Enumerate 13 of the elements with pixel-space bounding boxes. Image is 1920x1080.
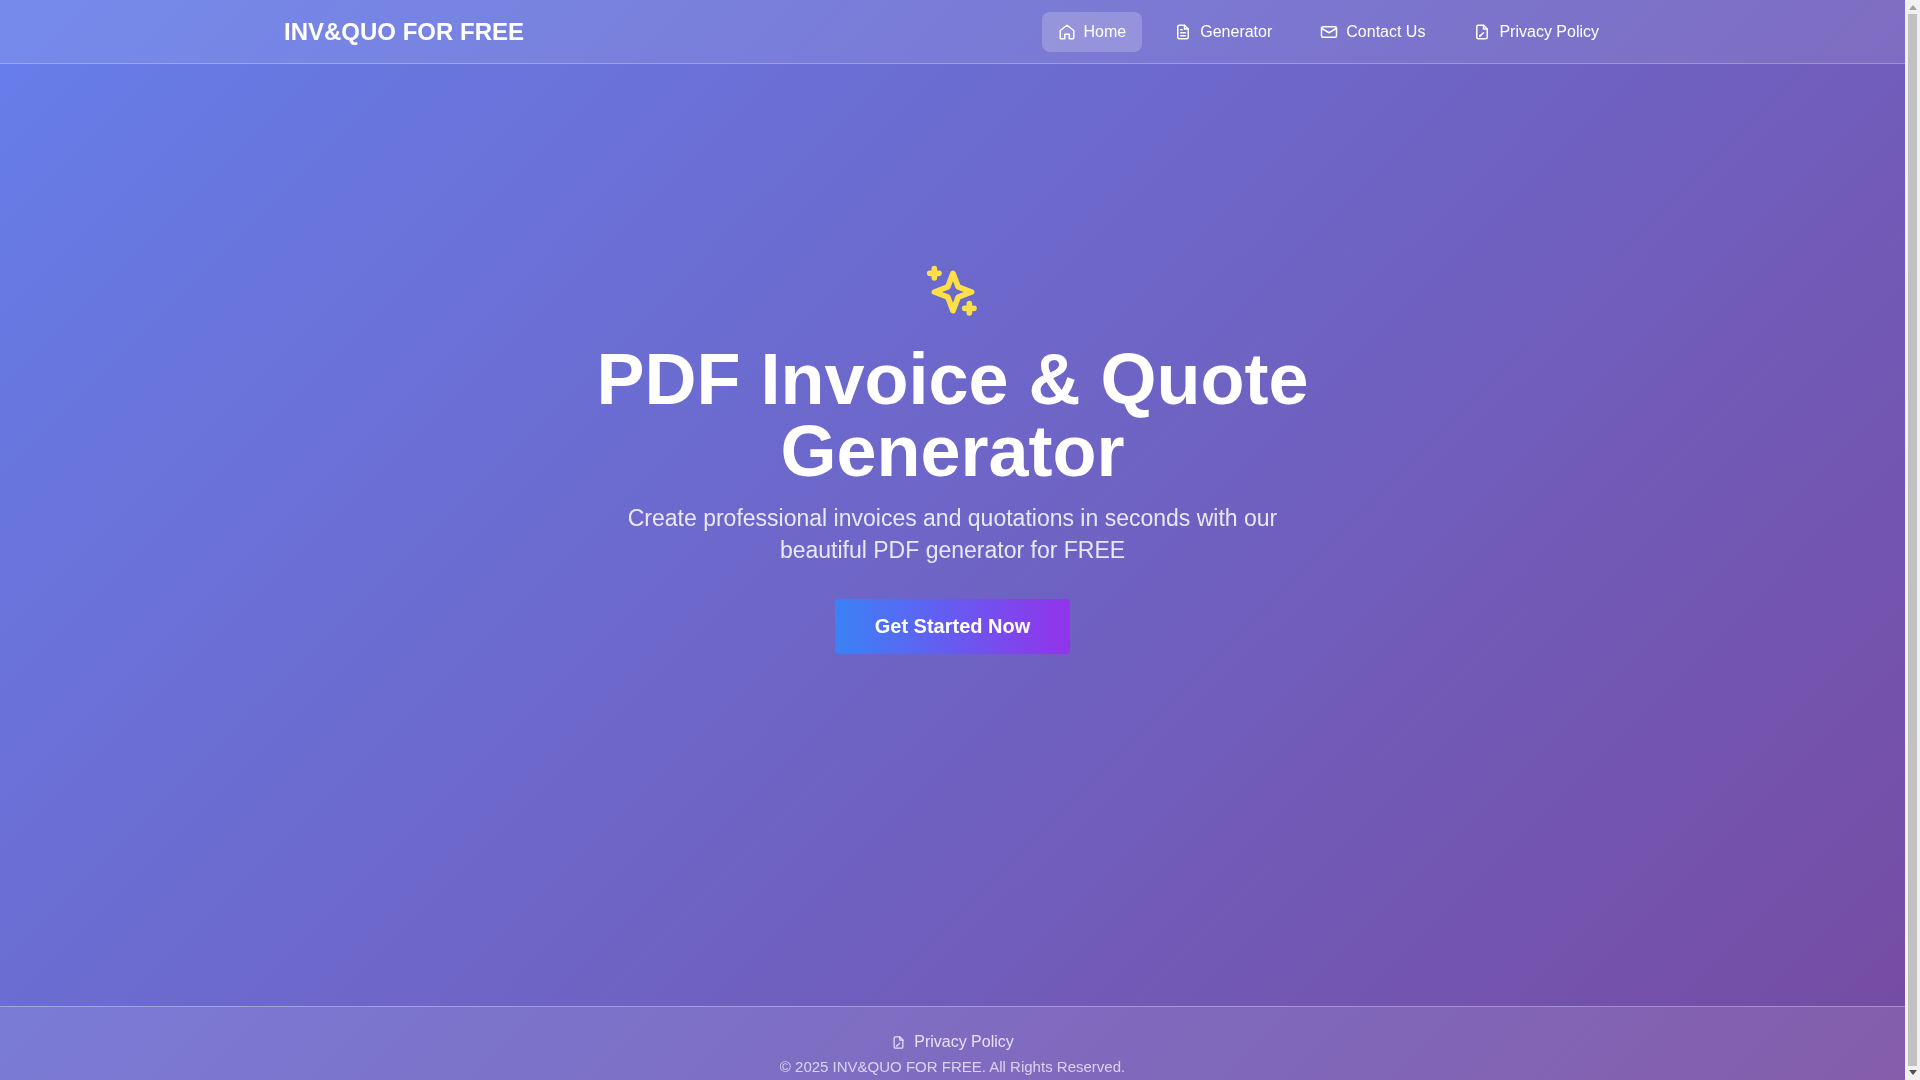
site-logo[interactable]: INV&QUO FOR FREE — [284, 17, 524, 46]
copyright-text: © 2025 INV&QUO FOR FREE. All Rights Reserved. — [779, 1058, 1126, 1076]
hero-title: PDF Invoice & Quote Generator — [595, 343, 1310, 487]
signed-document-icon — [891, 1034, 907, 1050]
nav-link[interactable]: Contact Us — [1304, 11, 1442, 52]
nav-link[interactable]: Privacy Policy — [1457, 11, 1615, 52]
scrollbar[interactable] — [1905, 0, 1920, 1080]
nav-link[interactable]: Generator — [1158, 11, 1289, 52]
footer-link[interactable]: Privacy Policy — [891, 1032, 1014, 1052]
home-icon — [1057, 22, 1076, 41]
hero-subtitle: Create professional invoices and quotations in seconds with our beautiful PDF generator for FREE — [627, 504, 1278, 565]
nav-link[interactable]: Home — [1041, 11, 1143, 52]
get-started-button[interactable]: Get Started Now — [834, 599, 1071, 654]
